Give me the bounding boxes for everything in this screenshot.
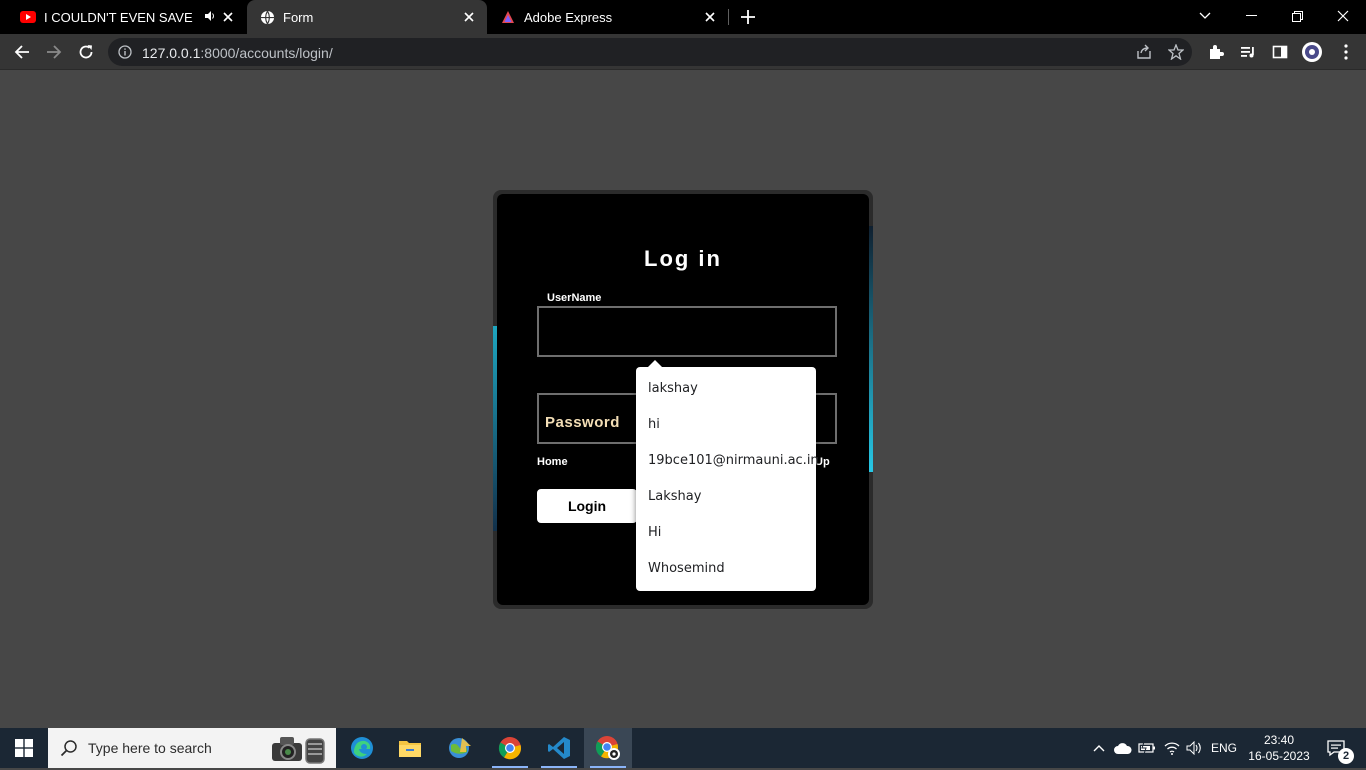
search-icon	[60, 739, 78, 762]
edge-icon	[351, 737, 373, 759]
globe-download-icon	[449, 738, 471, 758]
bookmark-star-icon[interactable]	[1167, 43, 1185, 65]
autofill-suggestion[interactable]: hi	[648, 415, 660, 435]
tab-title: Adobe Express	[524, 9, 613, 25]
restore-icon	[1291, 10, 1303, 22]
close-window-button[interactable]	[1320, 0, 1366, 32]
arrow-left-icon	[14, 45, 29, 59]
show-hidden-icons-button[interactable]	[1088, 728, 1110, 768]
dropdown-caret	[648, 360, 662, 367]
taskbar-chrome-profile[interactable]	[584, 728, 632, 768]
tab-youtube[interactable]: I COULDN'T EVEN SAVE YOU	[0, 0, 246, 34]
plus-icon	[741, 10, 755, 24]
kebab-menu-icon	[1344, 44, 1348, 60]
minimize-icon	[1245, 15, 1257, 16]
playlist-icon	[1241, 47, 1254, 58]
username-input[interactable]	[537, 306, 837, 357]
speaker-icon[interactable]	[204, 10, 216, 25]
chrome-profile-icon	[595, 736, 620, 760]
tab-title: I COULDN'T EVEN SAVE YOU	[44, 9, 194, 25]
arrow-right-icon	[47, 45, 62, 59]
autofill-suggestion[interactable]: Whosemind	[648, 559, 725, 579]
windows-logo-icon	[15, 739, 33, 757]
media-controls-button[interactable]	[1232, 36, 1264, 68]
tab-form[interactable]: Form	[247, 0, 487, 34]
browser-toolbar: 127.0.0.1:8000/accounts/login/	[0, 34, 1366, 70]
autofill-suggestion[interactable]: lakshay	[648, 379, 698, 399]
share-icon[interactable]	[1136, 44, 1152, 65]
reload-button[interactable]	[70, 36, 102, 68]
url-text: 127.0.0.1:8000/accounts/login/	[142, 45, 333, 61]
taskbar-chrome[interactable]	[486, 728, 534, 768]
adobe-express-icon	[500, 9, 516, 25]
vscode-icon	[548, 737, 570, 759]
url-host: 127.0.0.1	[142, 45, 201, 61]
clock-date: 16-05-2023	[1248, 749, 1310, 763]
close-tab-icon[interactable]	[702, 9, 718, 25]
notification-center-button[interactable]: 2	[1316, 728, 1356, 768]
username-label: UserName	[547, 292, 602, 304]
onedrive-icon[interactable]	[1112, 728, 1134, 768]
system-clock[interactable]: 23:40 16-05-2023	[1244, 732, 1314, 764]
notification-count-badge: 2	[1338, 748, 1354, 764]
page-title: Log in	[644, 246, 722, 271]
taskbar-edge[interactable]	[338, 728, 386, 768]
wifi-icon[interactable]	[1160, 728, 1184, 768]
login-button[interactable]: Login	[537, 489, 637, 523]
side-panel-button[interactable]	[1264, 36, 1296, 68]
side-panel-icon	[1272, 45, 1288, 59]
tab-search-button[interactable]	[1182, 0, 1228, 32]
tab-strip: I COULDN'T EVEN SAVE YOU Form Adobe Expr…	[0, 0, 1366, 34]
close-icon	[1337, 10, 1349, 22]
profile-avatar[interactable]	[1296, 36, 1328, 68]
forward-button[interactable]	[38, 36, 70, 68]
taskbar-file-explorer[interactable]	[386, 728, 434, 768]
globe-icon	[259, 9, 275, 25]
url-path: :8000/accounts/login/	[200, 45, 333, 61]
chrome-icon	[498, 737, 522, 760]
youtube-icon	[20, 9, 36, 25]
tab-separator	[728, 9, 729, 25]
new-tab-button[interactable]	[738, 7, 758, 27]
tab-adobe-express[interactable]: Adobe Express	[488, 0, 728, 34]
language-indicator[interactable]: ENG	[1208, 728, 1240, 768]
search-placeholder: Type here to search	[88, 740, 212, 756]
tab-title: Form	[283, 9, 314, 25]
autofill-suggestion[interactable]: Hi	[648, 523, 661, 543]
extensions-button[interactable]	[1200, 36, 1232, 68]
autofill-suggestion[interactable]: Lakshay	[648, 487, 701, 507]
taskbar-photos-app[interactable]	[436, 728, 484, 768]
back-button[interactable]	[6, 36, 38, 68]
start-button[interactable]	[0, 728, 48, 768]
avatar-icon	[1302, 42, 1322, 62]
close-tab-icon[interactable]	[220, 9, 236, 25]
info-icon[interactable]	[118, 45, 132, 64]
clock-time: 23:40	[1263, 733, 1295, 747]
taskbar-search-box[interactable]: Type here to search	[48, 728, 336, 768]
autofill-suggestion[interactable]: 19bce101@nirmauni.ac.in	[648, 451, 819, 471]
chevron-up-icon	[1093, 745, 1105, 752]
menu-button[interactable]	[1330, 36, 1362, 68]
home-link[interactable]: Home	[537, 456, 568, 468]
reload-icon	[79, 45, 93, 59]
taskbar-vscode[interactable]	[535, 728, 583, 768]
close-tab-icon[interactable]	[461, 9, 477, 25]
chevron-down-icon	[1199, 12, 1211, 19]
password-placeholder: Password	[545, 414, 620, 431]
minimize-button[interactable]	[1228, 0, 1274, 32]
battery-icon[interactable]	[1136, 728, 1158, 768]
windows-taskbar: Type here to search ENG 23:40 16-05-2023	[0, 728, 1366, 768]
folder-icon	[399, 741, 421, 757]
address-bar[interactable]: 127.0.0.1:8000/accounts/login/	[108, 38, 1192, 66]
autofill-dropdown: lakshay hi 19bce101@nirmauni.ac.in Laksh…	[636, 360, 819, 591]
volume-icon[interactable]	[1184, 728, 1206, 768]
puzzle-icon	[1210, 45, 1224, 59]
camera-decoration-icon	[266, 731, 328, 770]
restore-button[interactable]	[1274, 0, 1320, 32]
